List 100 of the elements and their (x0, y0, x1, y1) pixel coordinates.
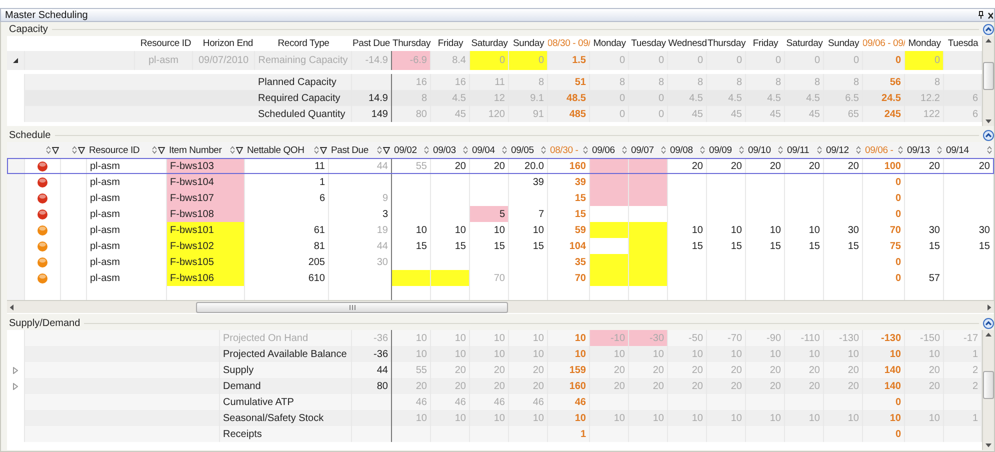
arrow-left-icon[interactable] (9, 304, 14, 310)
column-header[interactable]: 09/14 (946, 144, 969, 156)
column-header[interactable]: Past Due (331, 144, 368, 156)
status-icon (37, 256, 48, 268)
column-header[interactable]: Sunday (509, 36, 548, 51)
column-header[interactable]: Friday (746, 36, 785, 51)
table-row[interactable]: pl-asm F-bws105 205 30 35 0 (7, 254, 994, 270)
column-header[interactable]: Monday (590, 36, 629, 51)
collapse-icon[interactable] (983, 318, 994, 328)
sort-icon[interactable] (152, 146, 157, 154)
status-icon (37, 240, 48, 252)
sort-icon[interactable] (72, 146, 77, 154)
filter-icon[interactable] (52, 146, 59, 154)
column-header[interactable]: 09/07 (631, 144, 654, 156)
column-header[interactable]: 09/09 (709, 144, 732, 156)
column-header[interactable]: 09/04 (472, 144, 495, 156)
sort-icon[interactable] (502, 146, 507, 154)
column-header[interactable]: Record Type (255, 36, 352, 51)
column-header[interactable]: 09/03 (433, 144, 456, 156)
filter-icon[interactable] (78, 146, 85, 154)
column-header[interactable]: Item Number (169, 144, 222, 156)
sort-icon[interactable] (377, 146, 382, 154)
scrollbar-thumb[interactable] (983, 371, 994, 399)
column-header[interactable]: Friday (431, 36, 470, 51)
table-cell: F-bws107 (167, 190, 245, 206)
sort-icon[interactable] (937, 146, 942, 154)
collapse-icon[interactable] (983, 24, 994, 34)
horizontal-scrollbar[interactable] (7, 300, 994, 313)
status-icon (37, 160, 48, 172)
sort-icon[interactable] (817, 146, 822, 154)
sort-icon[interactable] (622, 146, 627, 154)
vertical-scrollbar[interactable] (982, 330, 994, 450)
table-cell: F-bws103 (167, 158, 245, 174)
table-row[interactable]: pl-asm F-bws108 3 5 7 15 0 (7, 206, 994, 222)
arrow-right-icon[interactable] (987, 304, 992, 310)
sort-icon[interactable] (739, 146, 744, 154)
table-cell: -30 (629, 330, 668, 346)
table-cell: Receipts (220, 426, 352, 442)
column-header[interactable]: Sunday (824, 36, 863, 51)
status-icon (37, 208, 48, 220)
arrow-up-icon[interactable] (985, 38, 992, 43)
filter-icon[interactable] (236, 146, 243, 154)
table-row[interactable]: pl-asm F-bws101 61 19 10 10 10 10 59 10 10 10 10 30 70 30 30 (7, 222, 994, 238)
column-header[interactable]: Monday (905, 36, 944, 51)
sort-icon[interactable] (314, 146, 319, 154)
sort-icon[interactable] (987, 146, 992, 154)
column-header[interactable]: Wednesd (668, 36, 707, 51)
table-row[interactable]: pl-asm F-bws106 610 70 70 0 57 (7, 270, 994, 286)
column-header[interactable]: 09/10 (748, 144, 771, 156)
column-header[interactable]: Horizon End (193, 36, 255, 51)
sort-icon[interactable] (856, 146, 861, 154)
sort-icon[interactable] (661, 146, 666, 154)
column-header[interactable]: 09/06 (592, 144, 615, 156)
scrollbar-thumb[interactable] (196, 302, 508, 312)
sort-icon[interactable] (700, 146, 705, 154)
collapse-icon[interactable] (983, 130, 994, 140)
column-header[interactable]: 09/13 (907, 144, 930, 156)
expand-icon[interactable] (13, 58, 18, 63)
sort-icon[interactable] (898, 146, 903, 154)
table-cell: 485 (548, 106, 590, 122)
column-header[interactable]: Nettable QOH (247, 144, 304, 156)
section-title: Schedule (9, 130, 51, 140)
table-row[interactable]: pl-asm F-bws102 81 44 15 15 15 15 104 15 15 15 15 15 75 15 15 (7, 238, 994, 254)
table-row[interactable]: pl-asm F-bws107 6 9 15 0 (7, 190, 994, 206)
column-header[interactable]: Resource ID (135, 36, 193, 51)
column-header[interactable]: Tuesda (944, 36, 982, 51)
sort-icon[interactable] (424, 146, 429, 154)
column-header[interactable]: 09/02 (394, 144, 417, 156)
column-header[interactable]: Thursday (392, 36, 431, 51)
vertical-scrollbar[interactable] (982, 36, 994, 126)
filter-icon[interactable] (158, 146, 165, 154)
pin-icon[interactable] (978, 11, 984, 19)
arrow-down-icon[interactable] (985, 443, 992, 448)
filter-icon[interactable] (320, 146, 327, 154)
close-icon[interactable] (988, 12, 993, 18)
sort-icon[interactable] (230, 146, 235, 154)
column-header[interactable]: 09/08 (670, 144, 693, 156)
status-icon (37, 192, 48, 204)
column-header[interactable]: Saturday (470, 36, 509, 51)
filter-icon[interactable] (383, 146, 390, 154)
table-row[interactable]: pl-asm F-bws103 11 44 55 20 20 20.0 160 20 20 20 20 20 100 20 20 (7, 158, 994, 174)
table-cell: 45 (707, 106, 746, 122)
column-header[interactable]: 09/05 (511, 144, 534, 156)
sort-icon[interactable] (463, 146, 468, 154)
column-header[interactable]: Saturday (785, 36, 824, 51)
column-header[interactable]: Past Due (352, 36, 392, 51)
sort-icon[interactable] (46, 146, 51, 154)
table-row[interactable]: pl-asm F-bws104 1 39 39 0 (7, 174, 994, 190)
sort-icon[interactable] (541, 146, 546, 154)
scrollbar-thumb[interactable] (983, 62, 994, 90)
arrow-up-icon[interactable] (985, 332, 992, 337)
column-header[interactable]: Thursday (707, 36, 746, 51)
column-header[interactable]: Tuesday (629, 36, 668, 51)
sort-icon[interactable] (583, 146, 588, 154)
column-header[interactable]: 09/11 (787, 144, 810, 156)
arrow-down-icon[interactable] (985, 119, 992, 124)
sort-icon[interactable] (778, 146, 783, 154)
column-header[interactable]: Resource ID (89, 144, 140, 156)
table-cell: 0 (470, 51, 509, 70)
column-header[interactable]: 09/12 (826, 144, 849, 156)
